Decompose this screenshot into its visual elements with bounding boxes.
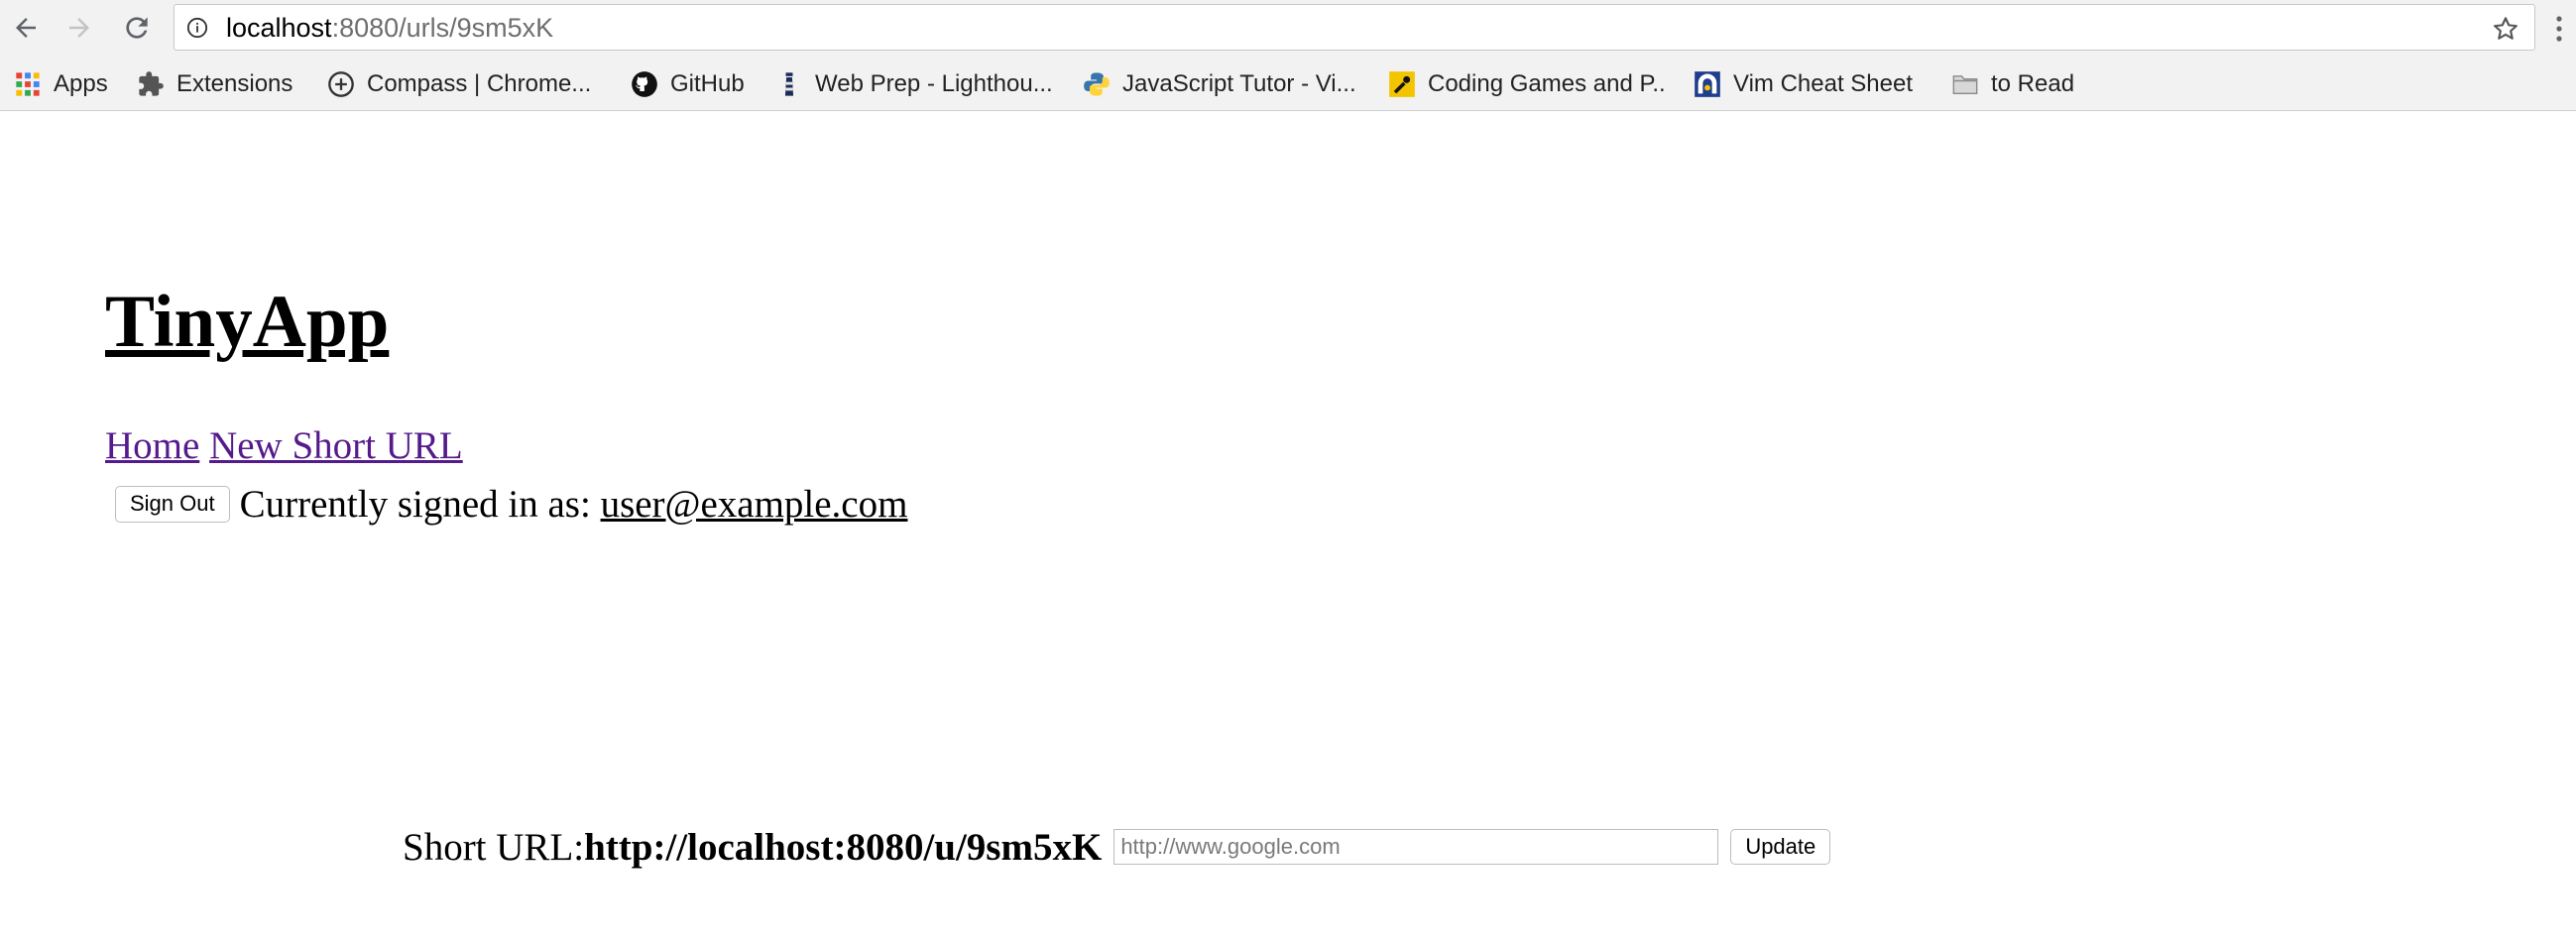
url-path: :8080/urls/9sm5xK <box>331 13 554 43</box>
browser-toolbar: localhost:8080/urls/9sm5xK <box>0 0 2576 58</box>
bookmark-github[interactable]: GitHub <box>631 58 745 111</box>
bookmark-label: Coding Games and P.. <box>1428 70 1666 97</box>
reload-icon <box>126 17 148 39</box>
bookmarks-bar: Apps Extensions Compass | Chrome... GitH… <box>0 58 2576 111</box>
bookmark-label: JavaScript Tutor - Vi... <box>1122 70 1356 97</box>
bookmark-label: Web Prep - Lighthou... <box>815 70 1053 97</box>
kebab-menu-icon[interactable] <box>2548 14 2570 44</box>
long-url-input[interactable] <box>1113 829 1719 865</box>
bookmark-label: Compass | Chrome... <box>367 70 592 97</box>
github-icon <box>632 71 657 97</box>
lighthouse-icon <box>784 72 794 96</box>
bookmark-compass[interactable]: Compass | Chrome... <box>327 58 591 111</box>
new-short-url-link[interactable]: New Short URL <box>209 424 463 467</box>
update-button[interactable]: Update <box>1730 829 1831 865</box>
bookmark-label: Vim Cheat Sheet <box>1733 70 1913 97</box>
folder-icon <box>1952 75 1978 95</box>
bookmark-label: Extensions <box>176 70 293 97</box>
codingame-icon <box>1389 71 1415 97</box>
user-status: Sign Out Currently signed in as: user@ex… <box>115 476 907 532</box>
bookmark-extensions[interactable]: Extensions <box>137 58 293 111</box>
signed-in-label: Currently signed in as: <box>239 482 591 526</box>
bookmark-label: GitHub <box>670 70 745 97</box>
sign-out-button[interactable]: Sign Out <box>115 485 230 523</box>
bookmark-javascript-tutor[interactable]: JavaScript Tutor - Vi... <box>1083 58 1356 111</box>
python-icon <box>1084 72 1110 96</box>
forward-button[interactable] <box>58 6 101 50</box>
home-link[interactable]: Home <box>105 424 199 467</box>
puzzle-icon <box>139 71 164 96</box>
user-email: user@example.com <box>600 482 908 526</box>
back-button[interactable] <box>4 6 48 50</box>
vim-icon <box>1695 71 1720 97</box>
info-icon[interactable] <box>186 17 208 39</box>
bookmark-vim-cheat-sheet[interactable]: Vim Cheat Sheet <box>1694 58 1913 111</box>
arrow-left-icon <box>16 18 36 38</box>
address-bar[interactable]: localhost:8080/urls/9sm5xK <box>174 4 2535 51</box>
bookmark-coding-games[interactable]: Coding Games and P.. <box>1388 58 1666 111</box>
compass-icon <box>328 71 354 97</box>
bookmark-label: Apps <box>54 70 108 97</box>
apps-grid-icon <box>16 72 40 96</box>
page-title: TinyApp <box>105 281 390 363</box>
bookmark-label: to Read <box>1991 70 2075 97</box>
bookmark-web-prep[interactable]: Web Prep - Lighthou... <box>775 58 1053 111</box>
short-url-label: Short URL: <box>403 825 585 869</box>
main-nav: Home New Short URL <box>105 421 463 471</box>
short-url-value: http://localhost:8080/u/9sm5xK <box>584 825 1103 869</box>
reload-button[interactable] <box>115 6 159 50</box>
short-url-form: Short URL: http://localhost:8080/u/9sm5x… <box>403 817 1831 877</box>
bookmark-apps[interactable]: Apps <box>14 58 108 111</box>
bookmark-folder-to-read[interactable]: to Read <box>1951 58 2074 111</box>
star-icon[interactable] <box>2491 14 2520 44</box>
arrow-right-icon <box>69 18 89 38</box>
url-text[interactable]: localhost:8080/urls/9sm5xK <box>226 13 553 43</box>
url-host: localhost <box>226 13 332 43</box>
